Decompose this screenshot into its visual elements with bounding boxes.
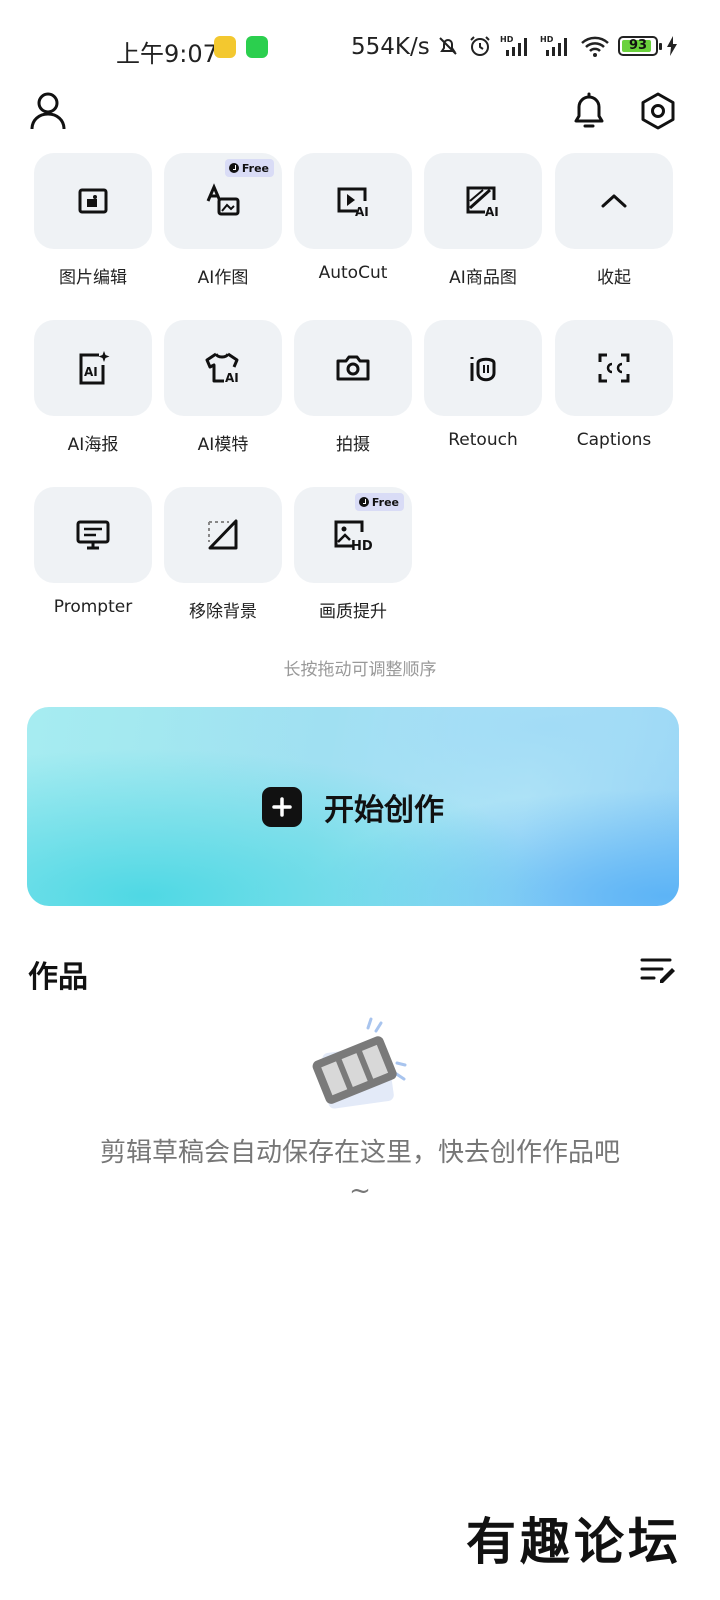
tool-collapse[interactable]: 收起 [555, 153, 673, 288]
tool-tile [424, 320, 542, 416]
tool-label: Retouch [448, 430, 518, 450]
ai-product-icon: AI [466, 186, 499, 219]
status-bar: 上午9:07 554K/s HD HD 93 [0, 0, 720, 92]
tool-label: Prompter [53, 597, 133, 617]
mute-bell-icon [439, 37, 457, 55]
autocut-icon: AI [337, 187, 369, 219]
svg-text:HD: HD [351, 539, 373, 553]
svg-text:AI: AI [485, 205, 499, 219]
image-edit-icon [78, 188, 108, 214]
free-badge-text: Free [371, 495, 399, 509]
status-icons: HD HD 93 [436, 34, 678, 58]
svg-text:HD: HD [540, 35, 554, 44]
tool-label: AutoCut [318, 263, 388, 283]
tool-image-edit[interactable]: 图片编辑 [34, 153, 152, 288]
tool-label: Captions [576, 430, 652, 450]
remove-bg-icon [208, 519, 238, 550]
alarm-icon [470, 36, 490, 56]
retouch-icon [470, 357, 496, 382]
empty-works-text: 剪辑草稿会自动保存在这里，快去创作作品吧~ [100, 1138, 621, 1206]
tool-captions[interactable]: Captions [555, 320, 673, 450]
start-create-label: 开始创作 [324, 792, 444, 828]
list-edit-icon [640, 958, 675, 983]
clock-icon [228, 163, 239, 173]
notification-button[interactable] [565, 87, 613, 135]
settings-button[interactable] [634, 87, 682, 135]
hd-signal-icon: HD [500, 35, 527, 56]
chevron-up-icon [601, 194, 627, 208]
wifi-icon [581, 36, 609, 57]
profile-button[interactable] [24, 87, 72, 135]
profile-icon [30, 92, 66, 130]
tool-ai-poster[interactable]: AI AI海报 [34, 320, 152, 455]
watermark: 有趣论坛 [466, 1512, 682, 1571]
tool-tile: AI [294, 153, 412, 249]
free-badge: Free [354, 493, 404, 511]
tool-label: AI模特 [197, 435, 249, 455]
ai-model-icon: AI [205, 352, 239, 385]
clock-icon [358, 497, 369, 507]
tool-hd-enhance[interactable]: HD Free 画质提升 [294, 487, 412, 622]
tool-camera[interactable]: 拍摄 [294, 320, 412, 455]
settings-icon [641, 92, 675, 130]
tool-label: 图片编辑 [59, 268, 127, 288]
ai-poster-icon: AI [79, 351, 110, 385]
svg-text:AI: AI [355, 205, 369, 219]
notification-bell-icon [574, 92, 604, 128]
tool-tile: Free [164, 153, 282, 249]
wechat-icon [246, 36, 268, 58]
free-badge-text: Free [241, 161, 269, 175]
prompter-icon [76, 520, 110, 550]
tool-ai-model[interactable]: AI AI模特 [164, 320, 282, 455]
tool-remove-bg[interactable]: 移除背景 [164, 487, 282, 622]
ai-image-icon [206, 183, 240, 216]
tool-tile [34, 487, 152, 583]
tool-label: 画质提升 [319, 602, 387, 622]
tool-retouch[interactable]: Retouch [424, 320, 542, 450]
status-time: 上午9:07 [116, 40, 218, 68]
tool-tile [555, 320, 673, 416]
svg-text:AI: AI [225, 371, 239, 385]
tool-tile: AI [34, 320, 152, 416]
tool-ai-product[interactable]: AI AI商品图 [424, 153, 542, 288]
works-title: 作品 [28, 960, 88, 995]
works-edit-button[interactable] [638, 953, 678, 987]
hd-signal-icon: HD [540, 35, 567, 56]
charging-icon [667, 36, 677, 56]
svg-text:AI: AI [84, 365, 98, 379]
tool-label: AI海报 [67, 435, 119, 455]
tool-tile [164, 487, 282, 583]
plus-icon [262, 786, 302, 827]
tool-label: 收起 [597, 268, 631, 288]
tool-label: 移除背景 [189, 602, 257, 622]
battery-level: 93 [628, 38, 648, 53]
tool-label: 拍摄 [336, 435, 370, 455]
tool-autocut[interactable]: AI AutoCut [294, 153, 412, 283]
tool-tile: AI [164, 320, 282, 416]
tool-tile: HD Free [294, 487, 412, 583]
hd-enhance-icon: HD [334, 520, 373, 553]
weibo-icon [214, 36, 236, 58]
tool-tile [34, 153, 152, 249]
tool-ai-image[interactable]: Free AI作图 [164, 153, 282, 288]
free-badge: Free [224, 159, 274, 177]
svg-text:HD: HD [500, 35, 514, 44]
tool-tile [294, 320, 412, 416]
captions-icon [598, 353, 630, 383]
start-create-button[interactable]: 开始创作 [27, 707, 679, 906]
tool-tile: AI [424, 153, 542, 249]
tool-label: AI作图 [197, 268, 249, 288]
battery-icon: 93 [618, 36, 662, 56]
network-speed: 554K/s [351, 34, 430, 60]
reorder-hint: 长按拖动可调整顺序 [283, 660, 437, 680]
tool-label: AI商品图 [449, 268, 517, 288]
film-strip-icon [305, 1015, 415, 1115]
tool-tile [555, 153, 673, 249]
camera-icon [336, 355, 370, 381]
tool-prompter[interactable]: Prompter [34, 487, 152, 617]
